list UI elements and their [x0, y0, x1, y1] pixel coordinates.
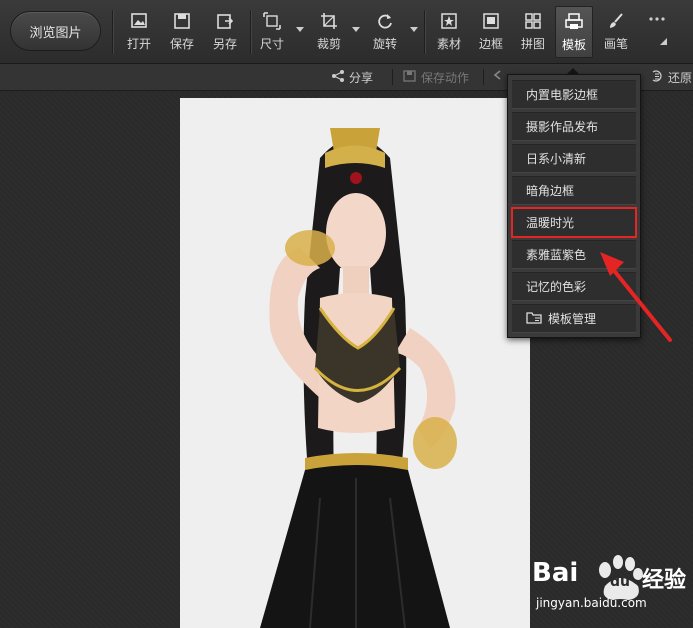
- star-frame-icon: [440, 12, 458, 30]
- save-action-icon: [403, 69, 417, 86]
- crop-dropdown-caret[interactable]: [352, 27, 360, 32]
- collage-label: 拼图: [520, 37, 545, 51]
- watermark-url: jingyan.baidu.com: [536, 596, 647, 610]
- subbar-divider: [483, 69, 484, 85]
- toolbar-divider: [112, 10, 113, 54]
- menu-item-warm-time[interactable]: 温暖时光: [511, 207, 637, 238]
- rotate-icon: [376, 12, 394, 30]
- brush-label: 画笔: [603, 37, 628, 51]
- border-label: 边框: [478, 37, 503, 51]
- border-button[interactable]: 边框: [474, 6, 508, 58]
- edited-photo[interactable]: [180, 98, 530, 628]
- red-arrow-annotation: [600, 252, 672, 342]
- brush-button[interactable]: 画笔: [599, 6, 633, 58]
- menu-item-label: 模板管理: [548, 312, 597, 326]
- watermark-cn: 经验: [642, 568, 687, 593]
- browse-images-button[interactable]: 浏览图片: [10, 11, 101, 51]
- share-button[interactable]: 分享: [331, 69, 373, 86]
- menu-item-photo-publish[interactable]: 摄影作品发布: [512, 112, 636, 141]
- rotate-button[interactable]: 旋转: [368, 6, 402, 58]
- watermark-brand2: du: [610, 574, 630, 590]
- menu-item-label: 内置电影边框: [526, 88, 599, 102]
- restore-icon: [650, 69, 664, 86]
- menu-item-label: 暗角边框: [526, 184, 575, 198]
- toolbar-divider: [424, 10, 425, 54]
- image-open-icon: [130, 12, 148, 30]
- menu-item-japanese-fresh[interactable]: 日系小清新: [512, 144, 636, 173]
- restore-label: 还原: [668, 71, 693, 85]
- open-label: 打开: [126, 37, 151, 51]
- printer-template-icon: [565, 13, 583, 31]
- rotate-label: 旋转: [372, 37, 397, 51]
- expand-corner-icon[interactable]: [660, 38, 667, 45]
- template-label: 模板: [561, 38, 586, 52]
- folder-manage-icon: [526, 310, 542, 327]
- size-dropdown-caret[interactable]: [296, 27, 304, 32]
- grid-icon: [524, 12, 542, 30]
- material-button[interactable]: 素材: [432, 6, 466, 58]
- more-dots-icon[interactable]: [647, 10, 667, 21]
- menu-item-vignette-border[interactable]: 暗角边框: [512, 176, 636, 205]
- menu-item-label: 温暖时光: [526, 216, 575, 230]
- save-as-icon: [216, 12, 234, 30]
- material-label: 素材: [436, 37, 461, 51]
- save-disk-icon: [173, 12, 191, 30]
- undo-icon[interactable]: [492, 69, 502, 81]
- menu-item-label: 摄影作品发布: [526, 120, 599, 134]
- share-icon: [331, 69, 345, 86]
- photo-illustration: [180, 98, 530, 628]
- frame-icon: [482, 12, 500, 30]
- toolbar-divider: [250, 10, 251, 54]
- share-label: 分享: [349, 71, 374, 85]
- open-button[interactable]: 打开: [122, 6, 156, 58]
- restore-button[interactable]: 还原: [650, 69, 692, 86]
- watermark-brand: Bai: [532, 558, 579, 588]
- rotate-dropdown-caret[interactable]: [410, 27, 418, 32]
- collage-button[interactable]: 拼图: [516, 6, 550, 58]
- save-label: 保存: [169, 37, 194, 51]
- menu-item-movie-border[interactable]: 内置电影边框: [512, 80, 636, 109]
- size-button[interactable]: 尺寸: [255, 6, 289, 58]
- save-action-label: 保存动作: [421, 71, 470, 85]
- save-button[interactable]: 保存: [165, 6, 199, 58]
- baidu-watermark: Bai du 经验 jingyan.baidu.com: [530, 548, 690, 628]
- main-toolbar: 浏览图片 打开 保存 另存 尺寸 裁剪 旋转 素材 边框 拼图 模板 画笔: [0, 0, 693, 64]
- save-as-button[interactable]: 另存: [208, 6, 242, 58]
- crop-label: 裁剪: [316, 37, 341, 51]
- save-as-label: 另存: [212, 37, 237, 51]
- menu-item-label: 记忆的色彩: [526, 280, 587, 294]
- subbar-divider: [392, 69, 393, 85]
- template-button[interactable]: 模板: [555, 6, 593, 58]
- menu-item-label: 素雅蓝紫色: [526, 248, 587, 262]
- size-label: 尺寸: [259, 37, 284, 51]
- resize-icon: [263, 12, 281, 30]
- brush-icon: [607, 12, 625, 30]
- save-action-button[interactable]: 保存动作: [403, 69, 469, 86]
- crop-button[interactable]: 裁剪: [312, 6, 346, 58]
- crop-icon: [320, 12, 338, 30]
- menu-item-label: 日系小清新: [526, 152, 587, 166]
